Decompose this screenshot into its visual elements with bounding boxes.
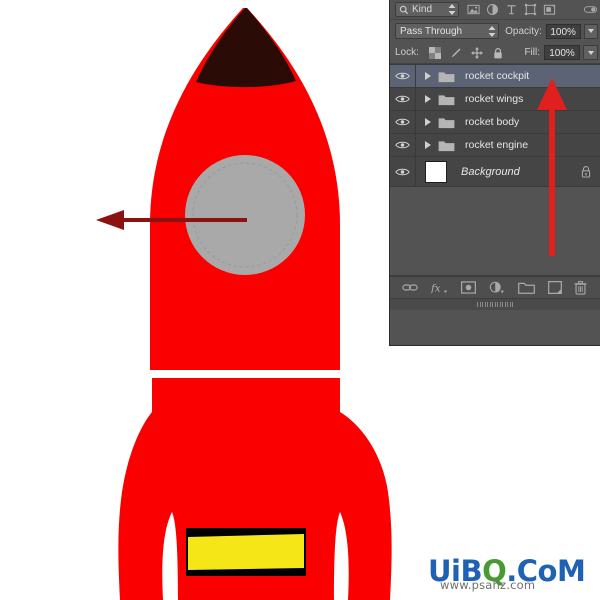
- blend-opacity-row[interactable]: Pass Through Opacity: 100%: [390, 20, 600, 42]
- folder-icon: [438, 117, 455, 128]
- delete-layer-button[interactable]: [574, 280, 587, 295]
- layer-visibility-toggle[interactable]: [390, 157, 416, 186]
- opacity-slider-button[interactable]: [583, 23, 598, 39]
- lock-position-icon[interactable]: [470, 46, 483, 59]
- filter-kind-label: Kind: [412, 4, 433, 15]
- panel-resize-grip[interactable]: [390, 298, 600, 310]
- layer-row-rocket-engine[interactable]: rocket engine: [390, 134, 600, 157]
- blend-mode-dropdown[interactable]: Pass Through: [395, 23, 500, 39]
- opacity-input[interactable]: 100%: [545, 23, 581, 39]
- layer-name: rocket wings: [465, 93, 524, 105]
- rocket-body-band: [148, 370, 344, 378]
- lock-label: Lock:: [395, 47, 419, 58]
- layers-panel-toolbar[interactable]: fx: [390, 276, 600, 298]
- layer-list-empty-area: [390, 187, 600, 276]
- lock-transparent-pixels-icon[interactable]: [428, 46, 441, 59]
- layer-style-fx-button[interactable]: fx: [431, 281, 448, 295]
- folder-icon: [438, 71, 455, 82]
- blend-mode-value: Pass Through: [400, 25, 463, 37]
- opacity-label: Opacity:: [505, 25, 542, 37]
- filter-toggle-switch-icon[interactable]: [584, 3, 597, 16]
- folder-icon: [438, 94, 455, 105]
- svg-text:fx: fx: [431, 283, 441, 294]
- chevron-down-icon: [587, 50, 594, 55]
- adjustment-layer-filter-icon[interactable]: [486, 3, 499, 16]
- rocket-nozzle-yellow: [188, 534, 304, 570]
- layer-thumbnail[interactable]: [425, 160, 447, 183]
- rocket-porthole-outer: [185, 155, 305, 275]
- expand-group-triangle-icon[interactable]: [425, 72, 431, 80]
- eye-icon: [395, 95, 410, 103]
- layer-list[interactable]: rocket cockpit rocket wings rocket body …: [390, 64, 600, 187]
- layer-row-rocket-body[interactable]: rocket body: [390, 111, 600, 134]
- lock-buttons-group[interactable]: [428, 46, 504, 59]
- search-icon: [399, 5, 409, 14]
- layer-type-filter-group[interactable]: [467, 3, 556, 16]
- eye-icon: [395, 118, 410, 126]
- eye-icon: [395, 72, 410, 80]
- layer-row-rocket-wings[interactable]: rocket wings: [390, 88, 600, 111]
- type-layer-filter-icon[interactable]: [505, 3, 518, 16]
- layer-visibility-toggle[interactable]: [390, 65, 416, 87]
- lock-image-pixels-icon[interactable]: [450, 47, 462, 59]
- grip-dots-icon: [477, 302, 513, 307]
- eye-icon: [395, 141, 410, 149]
- folder-icon: [438, 140, 455, 151]
- new-layer-button[interactable]: [547, 281, 562, 294]
- new-group-button[interactable]: [517, 281, 535, 294]
- fill-slider-button[interactable]: [583, 45, 598, 60]
- layer-row-rocket-cockpit[interactable]: rocket cockpit: [390, 65, 600, 88]
- layer-name: Background: [461, 165, 520, 178]
- lock-icon: [581, 166, 591, 178]
- layer-visibility-toggle[interactable]: [390, 111, 416, 133]
- layer-row-background[interactable]: Background: [390, 157, 600, 187]
- fill-label: Fill:: [524, 47, 540, 58]
- chevron-updown-icon[interactable]: [448, 4, 456, 15]
- watermark-subtitle: www.psahz.com: [440, 578, 536, 592]
- expand-group-triangle-icon[interactable]: [425, 118, 431, 126]
- eye-icon: [395, 168, 410, 175]
- adjustment-layer-button[interactable]: [489, 281, 505, 295]
- layer-name: rocket body: [465, 116, 520, 128]
- layer-name: rocket cockpit: [465, 70, 530, 82]
- layer-visibility-toggle[interactable]: [390, 134, 416, 156]
- fill-input[interactable]: 100%: [544, 45, 580, 60]
- add-layer-mask-button[interactable]: [461, 281, 477, 294]
- chevron-updown-icon[interactable]: [488, 25, 496, 37]
- lock-row[interactable]: Lock: Fill: 100%: [390, 42, 600, 64]
- layer-visibility-toggle[interactable]: [390, 88, 416, 110]
- layer-filter-row[interactable]: Kind: [390, 0, 600, 20]
- smart-object-filter-icon[interactable]: [543, 3, 556, 16]
- expand-group-triangle-icon[interactable]: [425, 95, 431, 103]
- chevron-down-icon: [587, 29, 594, 33]
- layer-name: rocket engine: [465, 139, 529, 151]
- pixel-layer-filter-icon[interactable]: [467, 3, 480, 16]
- link-layers-button[interactable]: [402, 281, 419, 294]
- filter-kind-dropdown[interactable]: Kind: [395, 2, 459, 17]
- shape-layer-filter-icon[interactable]: [524, 3, 537, 16]
- lock-all-icon[interactable]: [492, 47, 504, 59]
- expand-group-triangle-icon[interactable]: [425, 141, 431, 149]
- site-watermark: UiBQ.CoM www.psahz.com: [428, 556, 596, 596]
- layers-panel[interactable]: Kind Pass Through Opacity: 100% Lock: Fi…: [389, 0, 600, 346]
